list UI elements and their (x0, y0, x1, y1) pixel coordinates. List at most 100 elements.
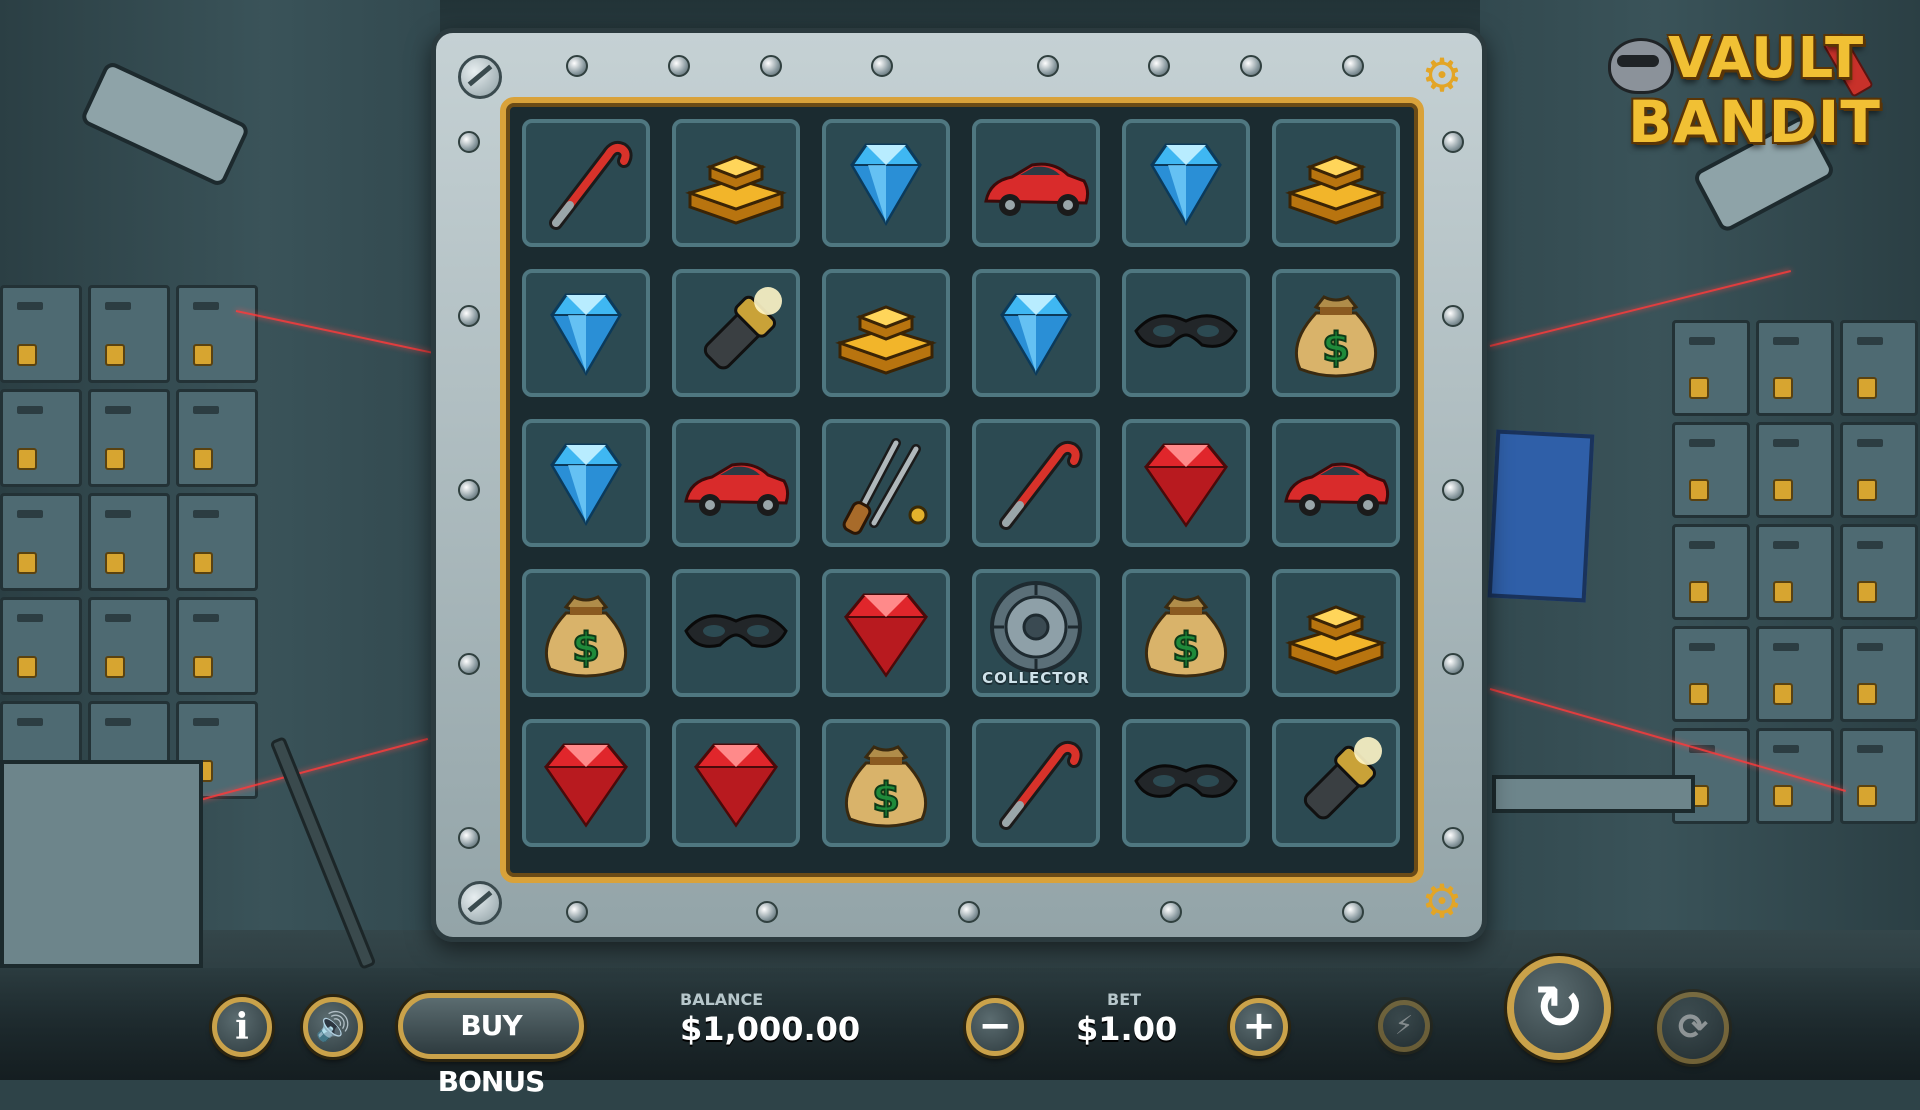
sound-button[interactable]: 🔊 (303, 997, 363, 1057)
deposit-box (1756, 422, 1834, 518)
reel-cell (1272, 419, 1400, 547)
reel-cell: $ (1122, 569, 1250, 697)
rivet (1160, 901, 1182, 923)
rivet (1442, 131, 1464, 153)
turbo-button[interactable]: ⚡ (1378, 1000, 1430, 1052)
rivet (1442, 479, 1464, 501)
control-bar (0, 968, 1920, 1080)
svg-text:$: $ (1172, 625, 1200, 671)
rivet (871, 55, 893, 77)
rivet (756, 901, 778, 923)
rivet (760, 55, 782, 77)
reel-cell (972, 419, 1100, 547)
right-deposit-boxes (1672, 320, 1918, 824)
reel-cell (672, 419, 800, 547)
deposit-box (0, 493, 82, 591)
deposit-box (1672, 524, 1750, 620)
reel-grid: $ $ COLLECTOR $ $ (522, 119, 1400, 847)
reel-cell (522, 419, 650, 547)
deposit-box (1840, 422, 1918, 518)
deposit-box (0, 285, 82, 383)
rivet (458, 131, 480, 153)
bolt-icon (458, 881, 502, 925)
autoplay-button[interactable]: ⟳ (1657, 992, 1729, 1064)
balance-value: $1,000.00 (680, 1010, 861, 1048)
reel-cell: $ (822, 719, 950, 847)
deposit-box (1756, 626, 1834, 722)
logo-line-2: BANDIT (1628, 88, 1881, 156)
reel-cell (1122, 719, 1250, 847)
deposit-box (1672, 626, 1750, 722)
reel-cell (1122, 419, 1250, 547)
bolt-icon (458, 55, 502, 99)
rivet (1240, 55, 1262, 77)
deposit-box (176, 597, 258, 695)
reel-cell (972, 719, 1100, 847)
reel-cell (1272, 119, 1400, 247)
svg-text:$: $ (872, 775, 900, 821)
rivet (1442, 653, 1464, 675)
svg-text:$: $ (1322, 325, 1350, 371)
rivet (1342, 55, 1364, 77)
blueprint-poster (1487, 429, 1595, 603)
reel-cell: $ (1272, 269, 1400, 397)
gear-icon: ⚙ (1421, 48, 1463, 102)
autoplay-icon: ⟳ (1677, 1007, 1709, 1048)
metal-box-prop (0, 760, 203, 968)
plus-icon: + (1242, 1003, 1276, 1049)
info-button[interactable]: i (212, 997, 272, 1057)
minus-icon: − (978, 1003, 1012, 1049)
spin-icon: ↻ (1533, 973, 1585, 1043)
reel-cell (522, 719, 650, 847)
reel-cell (1272, 569, 1400, 697)
rivet (566, 55, 588, 77)
logo-line-1: VAULT (1668, 26, 1865, 91)
rivet (1342, 901, 1364, 923)
rivet (958, 901, 980, 923)
lightning-icon: ⚡ (1394, 1011, 1414, 1041)
sound-icon: 🔊 (315, 1010, 351, 1043)
deposit-box (88, 285, 170, 383)
reel-cell (672, 569, 800, 697)
deposit-box (88, 493, 170, 591)
game-logo: VAULT BANDIT (1608, 22, 1888, 162)
bet-value: $1.00 (1076, 1010, 1178, 1048)
reel-cell: COLLECTOR (972, 569, 1100, 697)
workbench-prop (1492, 775, 1695, 813)
rivet (458, 827, 480, 849)
reel-cell: $ (522, 569, 650, 697)
rivet (1148, 55, 1170, 77)
rivet (458, 305, 480, 327)
deposit-box (0, 597, 82, 695)
deposit-box (176, 285, 258, 383)
reel-cell (822, 269, 950, 397)
gear-icon: ⚙ (1421, 874, 1463, 928)
bet-decrease-button[interactable]: − (966, 998, 1024, 1056)
deposit-box (176, 493, 258, 591)
reel-cell (822, 119, 950, 247)
buy-bonus-button[interactable]: BUY BONUS (398, 993, 584, 1098)
rivet (458, 479, 480, 501)
deposit-box (1840, 320, 1918, 416)
spin-button[interactable]: ↻ (1507, 956, 1611, 1060)
deposit-box (1840, 728, 1918, 824)
reel-cell (972, 119, 1100, 247)
reel-cell (672, 719, 800, 847)
bet-label: BET (1107, 990, 1142, 1009)
deposit-box (88, 597, 170, 695)
reel-cell (822, 569, 950, 697)
deposit-box (1840, 626, 1918, 722)
bet-increase-button[interactable]: + (1230, 998, 1288, 1056)
reel-cell (672, 269, 800, 397)
deposit-box (0, 389, 82, 487)
reel-cell (822, 419, 950, 547)
reel-cell (1122, 269, 1250, 397)
deposit-box (1672, 320, 1750, 416)
rivet (458, 653, 480, 675)
deposit-box (1672, 422, 1750, 518)
reel-cell (972, 269, 1100, 397)
deposit-box (1840, 524, 1918, 620)
rivet (668, 55, 690, 77)
reel-cell (522, 269, 650, 397)
rivet (1037, 55, 1059, 77)
